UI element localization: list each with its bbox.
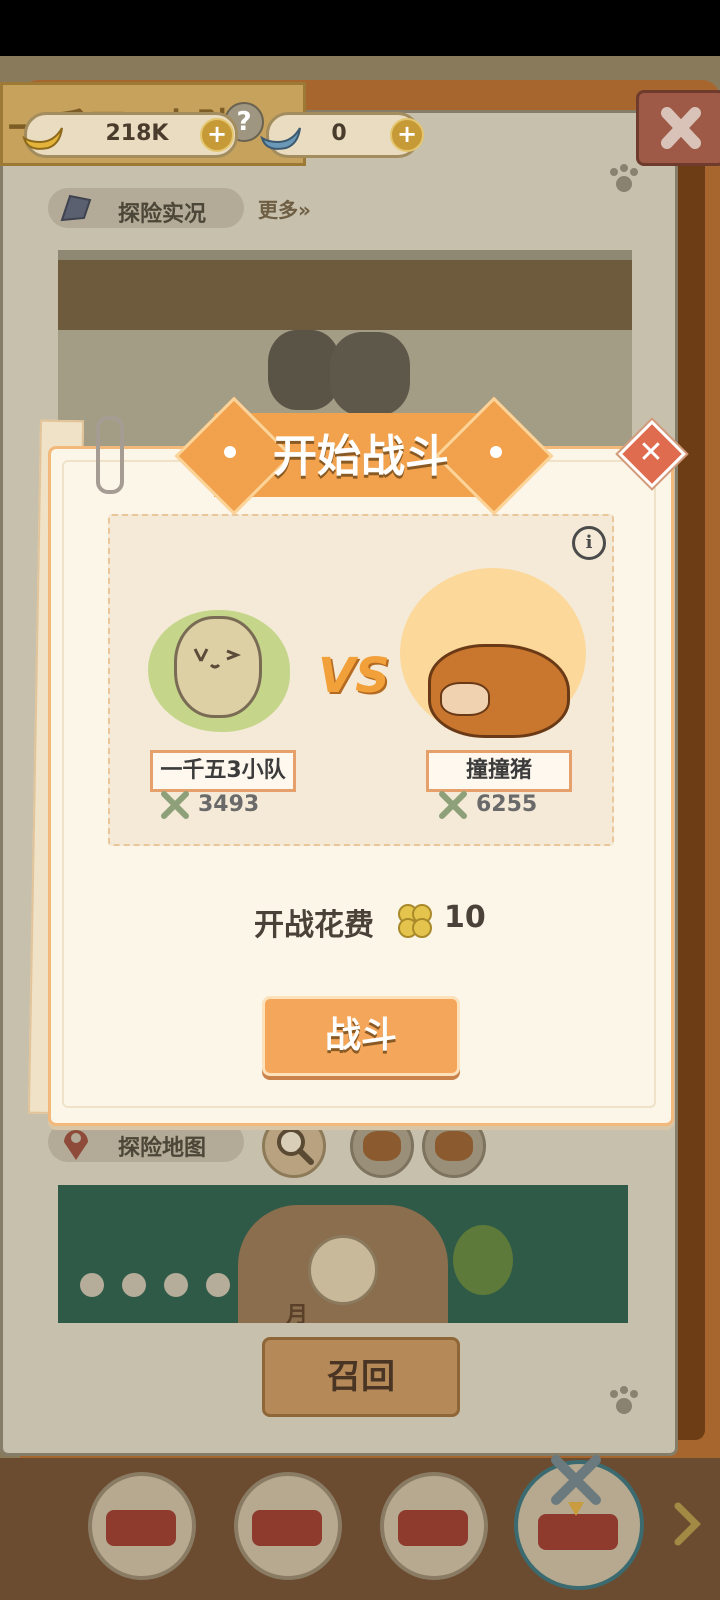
player-power: 3493 bbox=[198, 792, 260, 817]
cost-value: 10 bbox=[444, 900, 486, 935]
banana-icon bbox=[22, 127, 63, 150]
map-dot bbox=[122, 1273, 146, 1297]
boar-icon bbox=[363, 1131, 401, 1161]
clover-icon bbox=[398, 904, 432, 938]
map-section-label: 探险地图 bbox=[118, 1136, 207, 1161]
add-banana-button[interactable]: + bbox=[200, 118, 234, 152]
enemy-name-tag: 撞撞猪 bbox=[426, 750, 572, 792]
player-name-tag: 一千五3小队 bbox=[150, 750, 296, 792]
battle-swords-icon bbox=[551, 1455, 601, 1516]
tree bbox=[453, 1225, 513, 1295]
player-cat-avatar bbox=[174, 616, 262, 718]
currency-blue-banana-value: 0 bbox=[331, 121, 347, 146]
dialog-title: 开始战斗 bbox=[273, 431, 449, 482]
location-pin-icon bbox=[64, 1130, 88, 1160]
cat-face-icon bbox=[193, 648, 242, 669]
map-dot bbox=[80, 1273, 104, 1297]
paw-print-icon bbox=[610, 1386, 638, 1414]
paperclip-icon bbox=[96, 416, 124, 494]
location-name: 月 bbox=[286, 1303, 309, 1323]
team-slot-2[interactable] bbox=[234, 1472, 342, 1580]
close-icon bbox=[661, 107, 701, 149]
fence bbox=[58, 260, 632, 330]
car-marker bbox=[308, 1235, 378, 1305]
power-swords-icon bbox=[439, 791, 467, 819]
cat-sprite bbox=[330, 332, 410, 416]
paw-print-icon bbox=[610, 164, 638, 192]
expedition-map[interactable]: 月 bbox=[58, 1185, 628, 1323]
map-dot bbox=[164, 1273, 188, 1297]
map-dot bbox=[206, 1273, 230, 1297]
boar-snout bbox=[440, 682, 490, 716]
blue-banana-icon bbox=[260, 127, 301, 150]
close-icon[interactable]: ✕ bbox=[628, 430, 674, 476]
chevron-right-icon[interactable] bbox=[668, 1500, 708, 1548]
more-link[interactable]: 更多» bbox=[258, 194, 311, 223]
enemy-power: 6255 bbox=[476, 792, 538, 817]
team-slot-3[interactable] bbox=[380, 1472, 488, 1580]
fight-button[interactable]: 战斗 bbox=[262, 996, 460, 1076]
team-slot-1[interactable] bbox=[88, 1472, 196, 1580]
flag-icon bbox=[60, 194, 92, 222]
live-section-label: 探险实况 bbox=[118, 202, 207, 227]
car-icon bbox=[106, 1510, 176, 1546]
cost-label: 开战花费 bbox=[254, 908, 374, 943]
recall-button[interactable]: 召回 bbox=[262, 1337, 460, 1417]
close-book-button[interactable] bbox=[636, 90, 720, 166]
car-icon bbox=[252, 1510, 322, 1546]
currency-banana-value: 218K bbox=[105, 121, 169, 146]
add-blue-banana-button[interactable]: + bbox=[390, 118, 424, 152]
status-bar bbox=[0, 0, 720, 56]
vs-label: VS bbox=[318, 648, 390, 704]
info-icon[interactable]: i bbox=[572, 526, 606, 560]
car-icon bbox=[398, 1510, 468, 1546]
boar-icon bbox=[435, 1131, 473, 1161]
power-swords-icon bbox=[161, 791, 189, 819]
